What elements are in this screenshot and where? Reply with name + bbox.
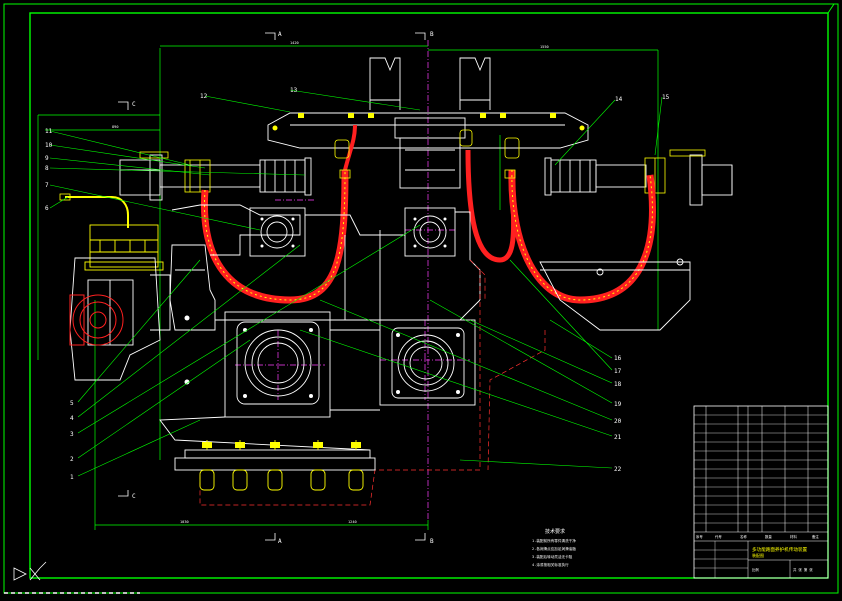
assembly-drawing: A B C C A B 1420 1550 890 1030 1240 12 1… xyxy=(3,3,839,594)
cad-canvas[interactable]: A B C C A B 1420 1550 890 1030 1240 12 1… xyxy=(0,0,842,597)
notes-line-4: 4.涂漆按相关标准执行 xyxy=(532,562,569,567)
part-numbers: 12 13 14 15 11 10 9 8 7 6 5 4 3 2 1 16 1… xyxy=(45,87,670,481)
hose-connectors xyxy=(334,129,520,179)
dim-bottom-right: 1240 xyxy=(348,520,357,524)
notes-line-1: 1.装配前所有零件清洗干净 xyxy=(532,538,576,543)
part-num-11: 11 xyxy=(45,128,53,135)
part-num-3: 3 xyxy=(70,431,74,438)
section-a-bottom: A xyxy=(278,538,282,545)
part-num-15: 15 xyxy=(662,94,670,101)
drawing-main-title: 多功能路面养护机传动装置 xyxy=(752,546,808,553)
red-hoses xyxy=(200,124,656,304)
section-b-top: B xyxy=(430,31,434,38)
bom-header-4: 材料 xyxy=(790,534,797,539)
bottom-plate xyxy=(174,449,376,471)
part-num-12: 12 xyxy=(200,93,208,100)
part-num-1: 1 xyxy=(70,474,74,481)
part-num-6: 6 xyxy=(45,205,49,212)
title-block: 序号 代号 名称 数量 材料 备注 多功能路面养护机传动装置 装配图 比例 共 … xyxy=(693,405,829,579)
dim-left-top: 890 xyxy=(112,125,119,129)
right-upper-pipe xyxy=(544,154,733,206)
part-num-5: 5 xyxy=(70,400,74,407)
section-a-top: A xyxy=(278,31,282,38)
bom-header-5: 备注 xyxy=(812,534,819,539)
part-num-13: 13 xyxy=(290,87,298,94)
section-b-bottom: B xyxy=(430,538,434,545)
notes-line-2: 2.各润滑点应加足润滑油脂 xyxy=(532,546,576,551)
part-num-2: 2 xyxy=(70,456,74,463)
part-num-20: 20 xyxy=(614,418,622,425)
bom-header-3: 数量 xyxy=(765,534,772,539)
scale-label: 比例 xyxy=(752,567,759,572)
dimension-lines xyxy=(37,45,659,530)
section-marks xyxy=(118,32,426,541)
dim-bottom-left: 1030 xyxy=(180,520,189,524)
part-num-9: 9 xyxy=(45,155,49,162)
part-num-4: 4 xyxy=(70,415,74,422)
section-c-left: C xyxy=(132,101,136,108)
left-small-hose xyxy=(65,196,129,228)
inner-frame xyxy=(29,12,829,579)
part-num-18: 18 xyxy=(614,381,622,388)
part-num-17: 17 xyxy=(614,368,622,375)
part-num-8: 8 xyxy=(45,165,49,172)
left-upper-pipe xyxy=(119,154,312,201)
drawing-sub-title: 装配图 xyxy=(752,552,764,558)
section-c-bottom: C xyxy=(132,493,136,500)
left-motor-yellow xyxy=(84,224,164,271)
bom-header-0: 序号 xyxy=(696,534,703,539)
part-num-21: 21 xyxy=(614,434,622,441)
part-num-19: 19 xyxy=(614,401,622,408)
crossbeam-bolts xyxy=(272,113,585,131)
left-motor-red xyxy=(69,294,124,346)
dim-top-a: 1420 xyxy=(290,41,299,45)
part-num-16: 16 xyxy=(614,355,622,362)
main-housing xyxy=(150,204,481,331)
dim-top-b: 1550 xyxy=(540,45,549,49)
bom-header-2: 名称 xyxy=(740,534,747,539)
notes-title: 技术要求 xyxy=(545,528,565,535)
sheet-label: 共 张 第 张 xyxy=(793,567,813,572)
bottom-bolts xyxy=(199,440,364,491)
part-num-10: 10 xyxy=(45,142,53,149)
part-num-14: 14 xyxy=(615,96,623,103)
outer-frame xyxy=(3,3,839,594)
gearbox-bolt-holes xyxy=(184,217,460,398)
part-num-7: 7 xyxy=(45,182,49,189)
top-forks xyxy=(369,57,491,110)
technical-notes: 技术要求 1.装配前所有零件清洗干净 2.各润滑点应加足润滑油脂 3.装配后转动… xyxy=(532,528,576,567)
bom-header-1: 代号 xyxy=(715,534,722,539)
part-num-22: 22 xyxy=(614,466,622,473)
notes-line-3: 3.装配后转动灵活无卡阻 xyxy=(532,554,573,559)
